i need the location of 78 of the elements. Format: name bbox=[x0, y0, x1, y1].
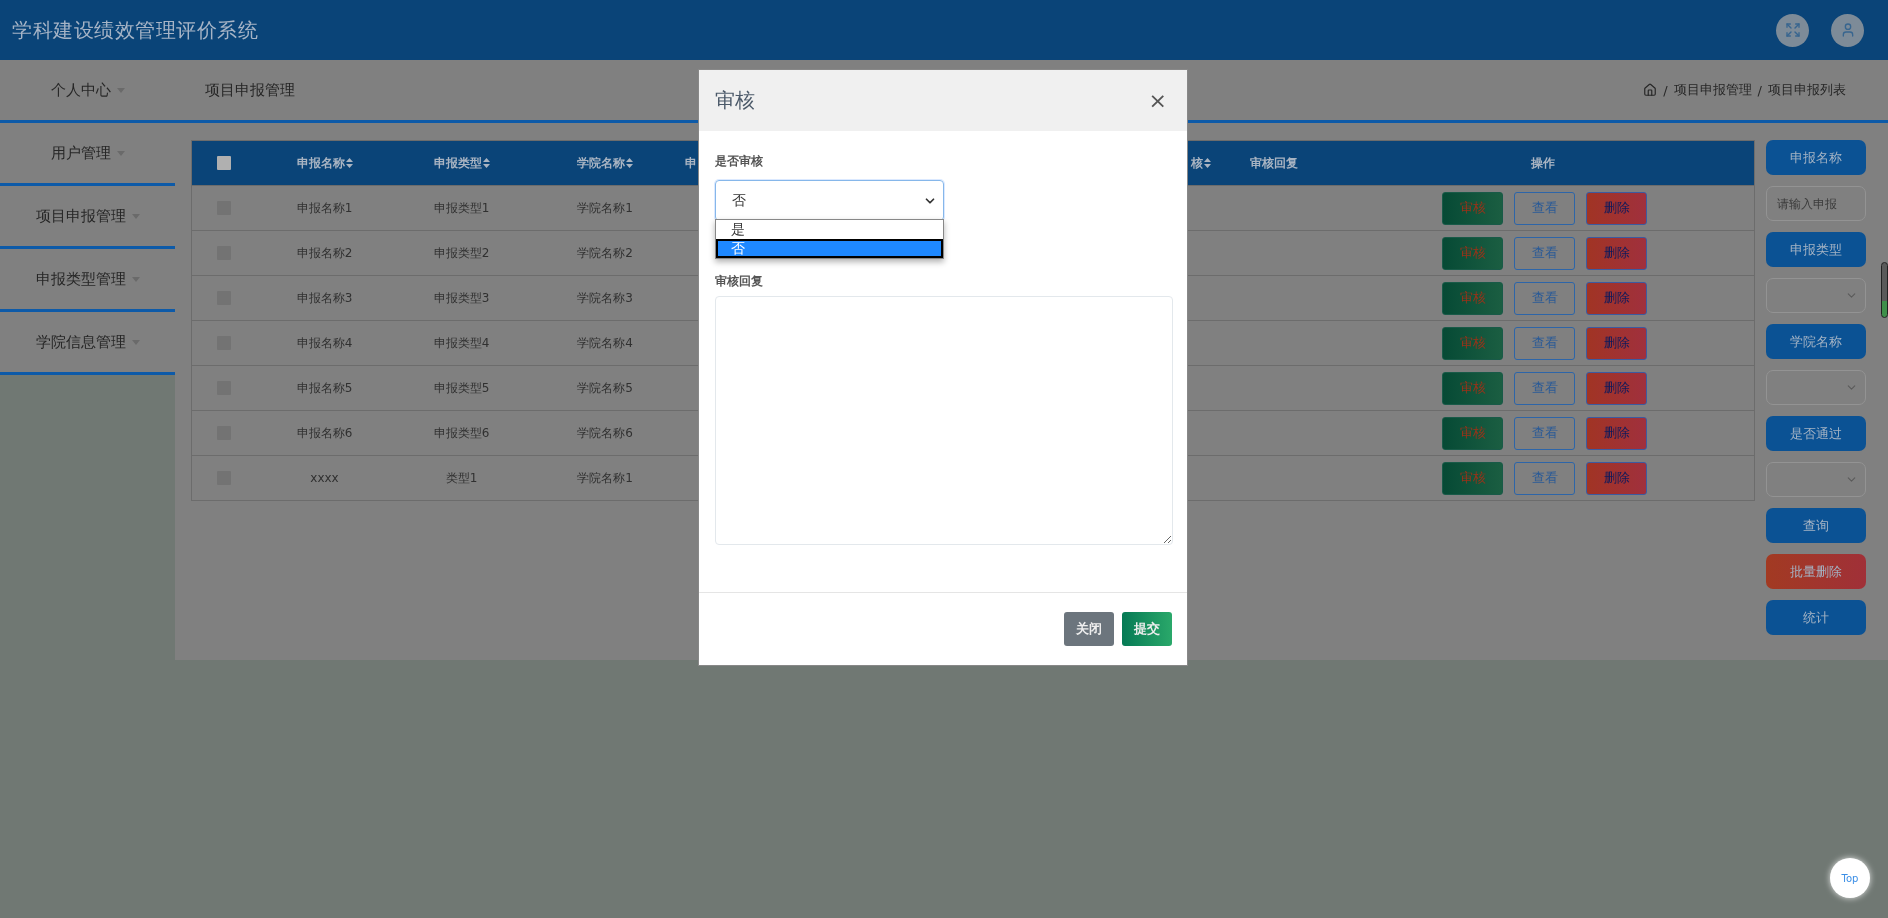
view-button[interactable]: 查看 bbox=[1514, 371, 1575, 405]
column-header[interactable]: 学院名称 bbox=[577, 154, 633, 172]
table-cell: 申报名称4 bbox=[296, 334, 353, 352]
delete-button[interactable]: 删除 bbox=[1586, 191, 1647, 225]
delete-button[interactable]: 删除 bbox=[1586, 326, 1647, 360]
reply-textarea[interactable] bbox=[715, 296, 1173, 545]
search-field[interactable]: 请输入申报 bbox=[1766, 186, 1866, 221]
table-cell: 申报名称6 bbox=[296, 424, 353, 442]
dropdown-option[interactable]: 是 bbox=[716, 220, 943, 239]
user-icon[interactable] bbox=[1831, 13, 1864, 47]
delete-button[interactable]: 删除 bbox=[1586, 236, 1647, 270]
filter-select[interactable] bbox=[1766, 370, 1866, 405]
table-cell: xxxx bbox=[310, 471, 339, 485]
table-cell: 学院名称1 bbox=[577, 469, 633, 487]
select-all-checkbox[interactable] bbox=[217, 156, 231, 170]
delete-button[interactable]: 删除 bbox=[1586, 281, 1647, 315]
field-label: 审核回复 bbox=[715, 273, 763, 290]
column-header[interactable]: 申报类型 bbox=[433, 154, 490, 172]
breadcrumb-item[interactable]: 项目申报管理 bbox=[1673, 81, 1752, 99]
table-cell: 申报类型1 bbox=[433, 199, 490, 217]
table-cell: 申报类型6 bbox=[433, 424, 490, 442]
table-cell: 申报类型5 bbox=[433, 379, 490, 397]
column-header[interactable]: 申报名称 bbox=[296, 154, 353, 172]
table-cell: 申报名称5 bbox=[296, 379, 353, 397]
filter-button[interactable]: 申报类型 bbox=[1766, 232, 1866, 267]
table-cell: 申报名称2 bbox=[296, 244, 353, 262]
table-cell: 学院名称2 bbox=[577, 244, 633, 262]
column-header: 申 bbox=[685, 154, 697, 172]
delete-button[interactable]: 删除 bbox=[1586, 371, 1647, 405]
table-cell: 学院名称1 bbox=[577, 199, 633, 217]
back-to-top-button[interactable]: Top bbox=[1830, 858, 1870, 898]
table-cell: 申报名称1 bbox=[296, 199, 353, 217]
sort-icon[interactable] bbox=[1204, 158, 1211, 168]
scrollbar[interactable] bbox=[1881, 262, 1888, 318]
table-cell: 申报名称3 bbox=[296, 289, 353, 307]
dialog-title: 审核 bbox=[715, 87, 755, 114]
batch-delete-button[interactable]: 批量删除 bbox=[1766, 554, 1866, 589]
table-cell: 学院名称6 bbox=[577, 424, 633, 442]
column-header: 操作 bbox=[1530, 154, 1555, 172]
field-label: 是否审核 bbox=[715, 153, 763, 170]
sort-icon[interactable] bbox=[626, 158, 633, 168]
sort-icon[interactable] bbox=[482, 158, 490, 168]
table-cell: 类型1 bbox=[445, 469, 478, 487]
delete-button[interactable]: 删除 bbox=[1586, 461, 1647, 495]
column-header[interactable]: 核 bbox=[1191, 154, 1211, 172]
fullscreen-icon[interactable] bbox=[1776, 13, 1809, 47]
close-dialog-button[interactable]: 关闭 bbox=[1064, 612, 1114, 646]
filter-button[interactable]: 是否通过 bbox=[1766, 416, 1866, 451]
filter-select[interactable] bbox=[1766, 278, 1866, 313]
submit-button[interactable]: 提交 bbox=[1122, 612, 1172, 646]
app-title: 学科建设绩效管理评价系统 bbox=[12, 16, 258, 44]
view-button[interactable]: 查看 bbox=[1514, 461, 1575, 495]
view-button[interactable]: 查看 bbox=[1514, 281, 1575, 315]
filter-button[interactable]: 学院名称 bbox=[1766, 324, 1866, 359]
view-button[interactable]: 查看 bbox=[1514, 236, 1575, 270]
breadcrumb-item[interactable]: 项目申报列表 bbox=[1768, 81, 1846, 99]
filter-button[interactable]: 统计 bbox=[1766, 600, 1866, 635]
column-header: 审核回复 bbox=[1249, 154, 1298, 172]
filter-button[interactable]: 查询 bbox=[1766, 508, 1866, 543]
table-cell: 学院名称5 bbox=[577, 379, 633, 397]
nav-menu[interactable]: 个人中心 bbox=[0, 80, 175, 100]
filter-select[interactable] bbox=[1766, 462, 1866, 497]
table-cell: 学院名称4 bbox=[577, 334, 633, 352]
table-cell: 学院名称3 bbox=[577, 289, 633, 307]
breadcrumb-separator: / bbox=[1757, 82, 1762, 98]
delete-button[interactable]: 删除 bbox=[1586, 416, 1647, 450]
home-icon[interactable] bbox=[1643, 83, 1658, 97]
view-button[interactable]: 查看 bbox=[1514, 191, 1575, 225]
view-button[interactable]: 查看 bbox=[1514, 326, 1575, 360]
view-button[interactable]: 查看 bbox=[1514, 416, 1575, 450]
table-cell: 申报类型4 bbox=[433, 334, 490, 352]
table-cell: 申报类型3 bbox=[433, 289, 490, 307]
close-button[interactable]: × bbox=[1144, 88, 1171, 113]
filter-button[interactable]: 申报名称 bbox=[1766, 140, 1866, 175]
table-cell: 申报类型2 bbox=[433, 244, 490, 262]
breadcrumb-separator: / bbox=[1663, 82, 1668, 98]
dropdown-option[interactable]: 否 bbox=[716, 239, 943, 258]
sort-icon[interactable] bbox=[345, 158, 353, 168]
